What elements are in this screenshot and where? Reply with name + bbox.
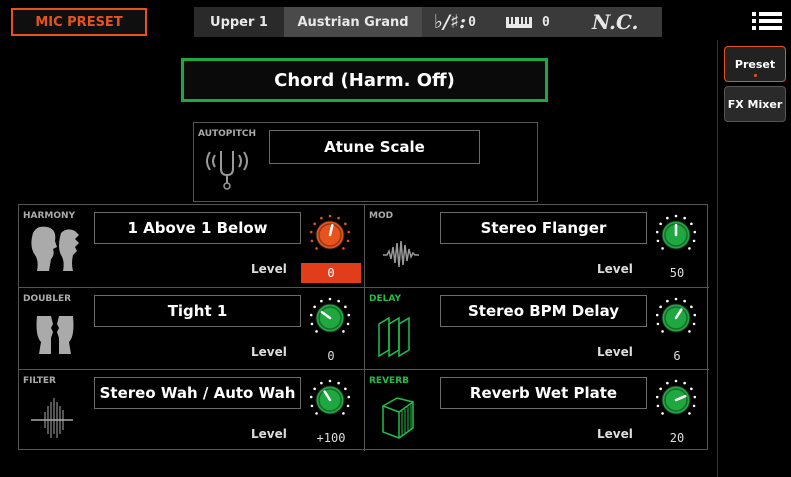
doubler-level-label: Level — [251, 345, 287, 359]
transpose-value: 0 — [468, 14, 476, 30]
transpose-symbol: ♭/♯: — [434, 11, 467, 33]
delay-section: DELAY Stereo BPM Delay Level 6 — [364, 287, 709, 369]
reverb-level-knob[interactable] — [651, 377, 701, 421]
autopitch-type-field[interactable]: Atune Scale — [269, 130, 480, 164]
filter-level-knob[interactable] — [305, 377, 355, 421]
tuning-fork-icon — [206, 151, 248, 190]
mod-level-knob[interactable] — [651, 212, 701, 256]
chord-display: N.C. — [592, 10, 639, 34]
filter-level-label: Level — [251, 427, 287, 441]
preset-name-field[interactable]: Chord (Harm. Off) — [181, 58, 548, 102]
sound-name[interactable]: Austrian Grand — [284, 7, 422, 37]
delay-frames-icon — [378, 316, 410, 358]
delay-level-value: 6 — [673, 349, 681, 363]
doubler-level-knob[interactable] — [305, 295, 355, 339]
tab-fx-mixer[interactable]: FX Mixer — [724, 86, 786, 122]
filter-level-value: +100 — [316, 431, 346, 445]
keyboard-display[interactable]: 0 — [506, 7, 586, 37]
waveform-icon — [383, 240, 419, 268]
side-tab-panel: Preset FX Mixer — [717, 40, 791, 477]
doubler-faces-icon — [36, 316, 74, 354]
tab-preset[interactable]: Preset — [724, 46, 786, 82]
keyboard-icon — [506, 16, 532, 28]
autopitch-label: AUTOPITCH — [198, 129, 257, 139]
doubler-level-value: 0 — [327, 349, 335, 363]
harmony-level-label: Level — [251, 262, 287, 276]
harmony-section: HARMONY 1 Above 1 Below Level 0 — [19, 205, 364, 287]
status-bar: Upper 1 Austrian Grand ♭/♯: 0 0 N.C. — [194, 7, 662, 37]
main-area: Chord (Harm. Off) AUTOPITCH Atune Scale … — [0, 40, 716, 477]
hamburger-menu-icon[interactable] — [752, 10, 782, 32]
delay-level-label: Level — [597, 345, 633, 359]
mod-level-label: Level — [597, 262, 633, 276]
top-bar: MIC PRESET Upper 1 Austrian Grand ♭/♯: 0… — [0, 0, 791, 40]
harmony-level-knob[interactable] — [305, 212, 355, 256]
effect-grid: HARMONY 1 Above 1 Below Level 0 MOD Ster… — [18, 204, 709, 451]
harmony-level-value: 0 — [301, 263, 361, 283]
harmony-faces-icon — [31, 226, 79, 271]
doubler-section: DOUBLER Tight 1 Level 0 — [19, 287, 364, 369]
filter-type-field[interactable]: Stereo Wah / Auto Wah — [94, 377, 301, 409]
page-title[interactable]: MIC PRESET — [11, 8, 147, 36]
mod-level-value: 50 — [669, 266, 685, 280]
reverb-level-value: 20 — [669, 431, 685, 445]
mod-type-field[interactable]: Stereo Flanger — [440, 212, 647, 244]
delay-level-knob[interactable] — [651, 295, 701, 339]
doubler-type-field[interactable]: Tight 1 — [94, 295, 301, 327]
mod-section: MOD Stereo Flanger Level 50 — [364, 205, 709, 287]
reverb-level-label: Level — [597, 427, 633, 441]
keyboard-value: 0 — [542, 14, 550, 30]
autopitch-section: AUTOPITCH Atune Scale — [193, 122, 538, 202]
filter-section: FILTER Stereo Wah / Auto Wah Level +100 — [19, 369, 364, 451]
reverb-section: REVERB Reverb Wet Plate Level 20 — [364, 369, 709, 451]
track-name[interactable]: Upper 1 — [194, 7, 284, 37]
reverb-cube-icon — [382, 397, 414, 439]
filter-lines-icon — [31, 398, 73, 438]
harmony-type-field[interactable]: 1 Above 1 Below — [94, 212, 301, 244]
delay-type-field[interactable]: Stereo BPM Delay — [440, 295, 647, 327]
reverb-type-field[interactable]: Reverb Wet Plate — [440, 377, 647, 409]
